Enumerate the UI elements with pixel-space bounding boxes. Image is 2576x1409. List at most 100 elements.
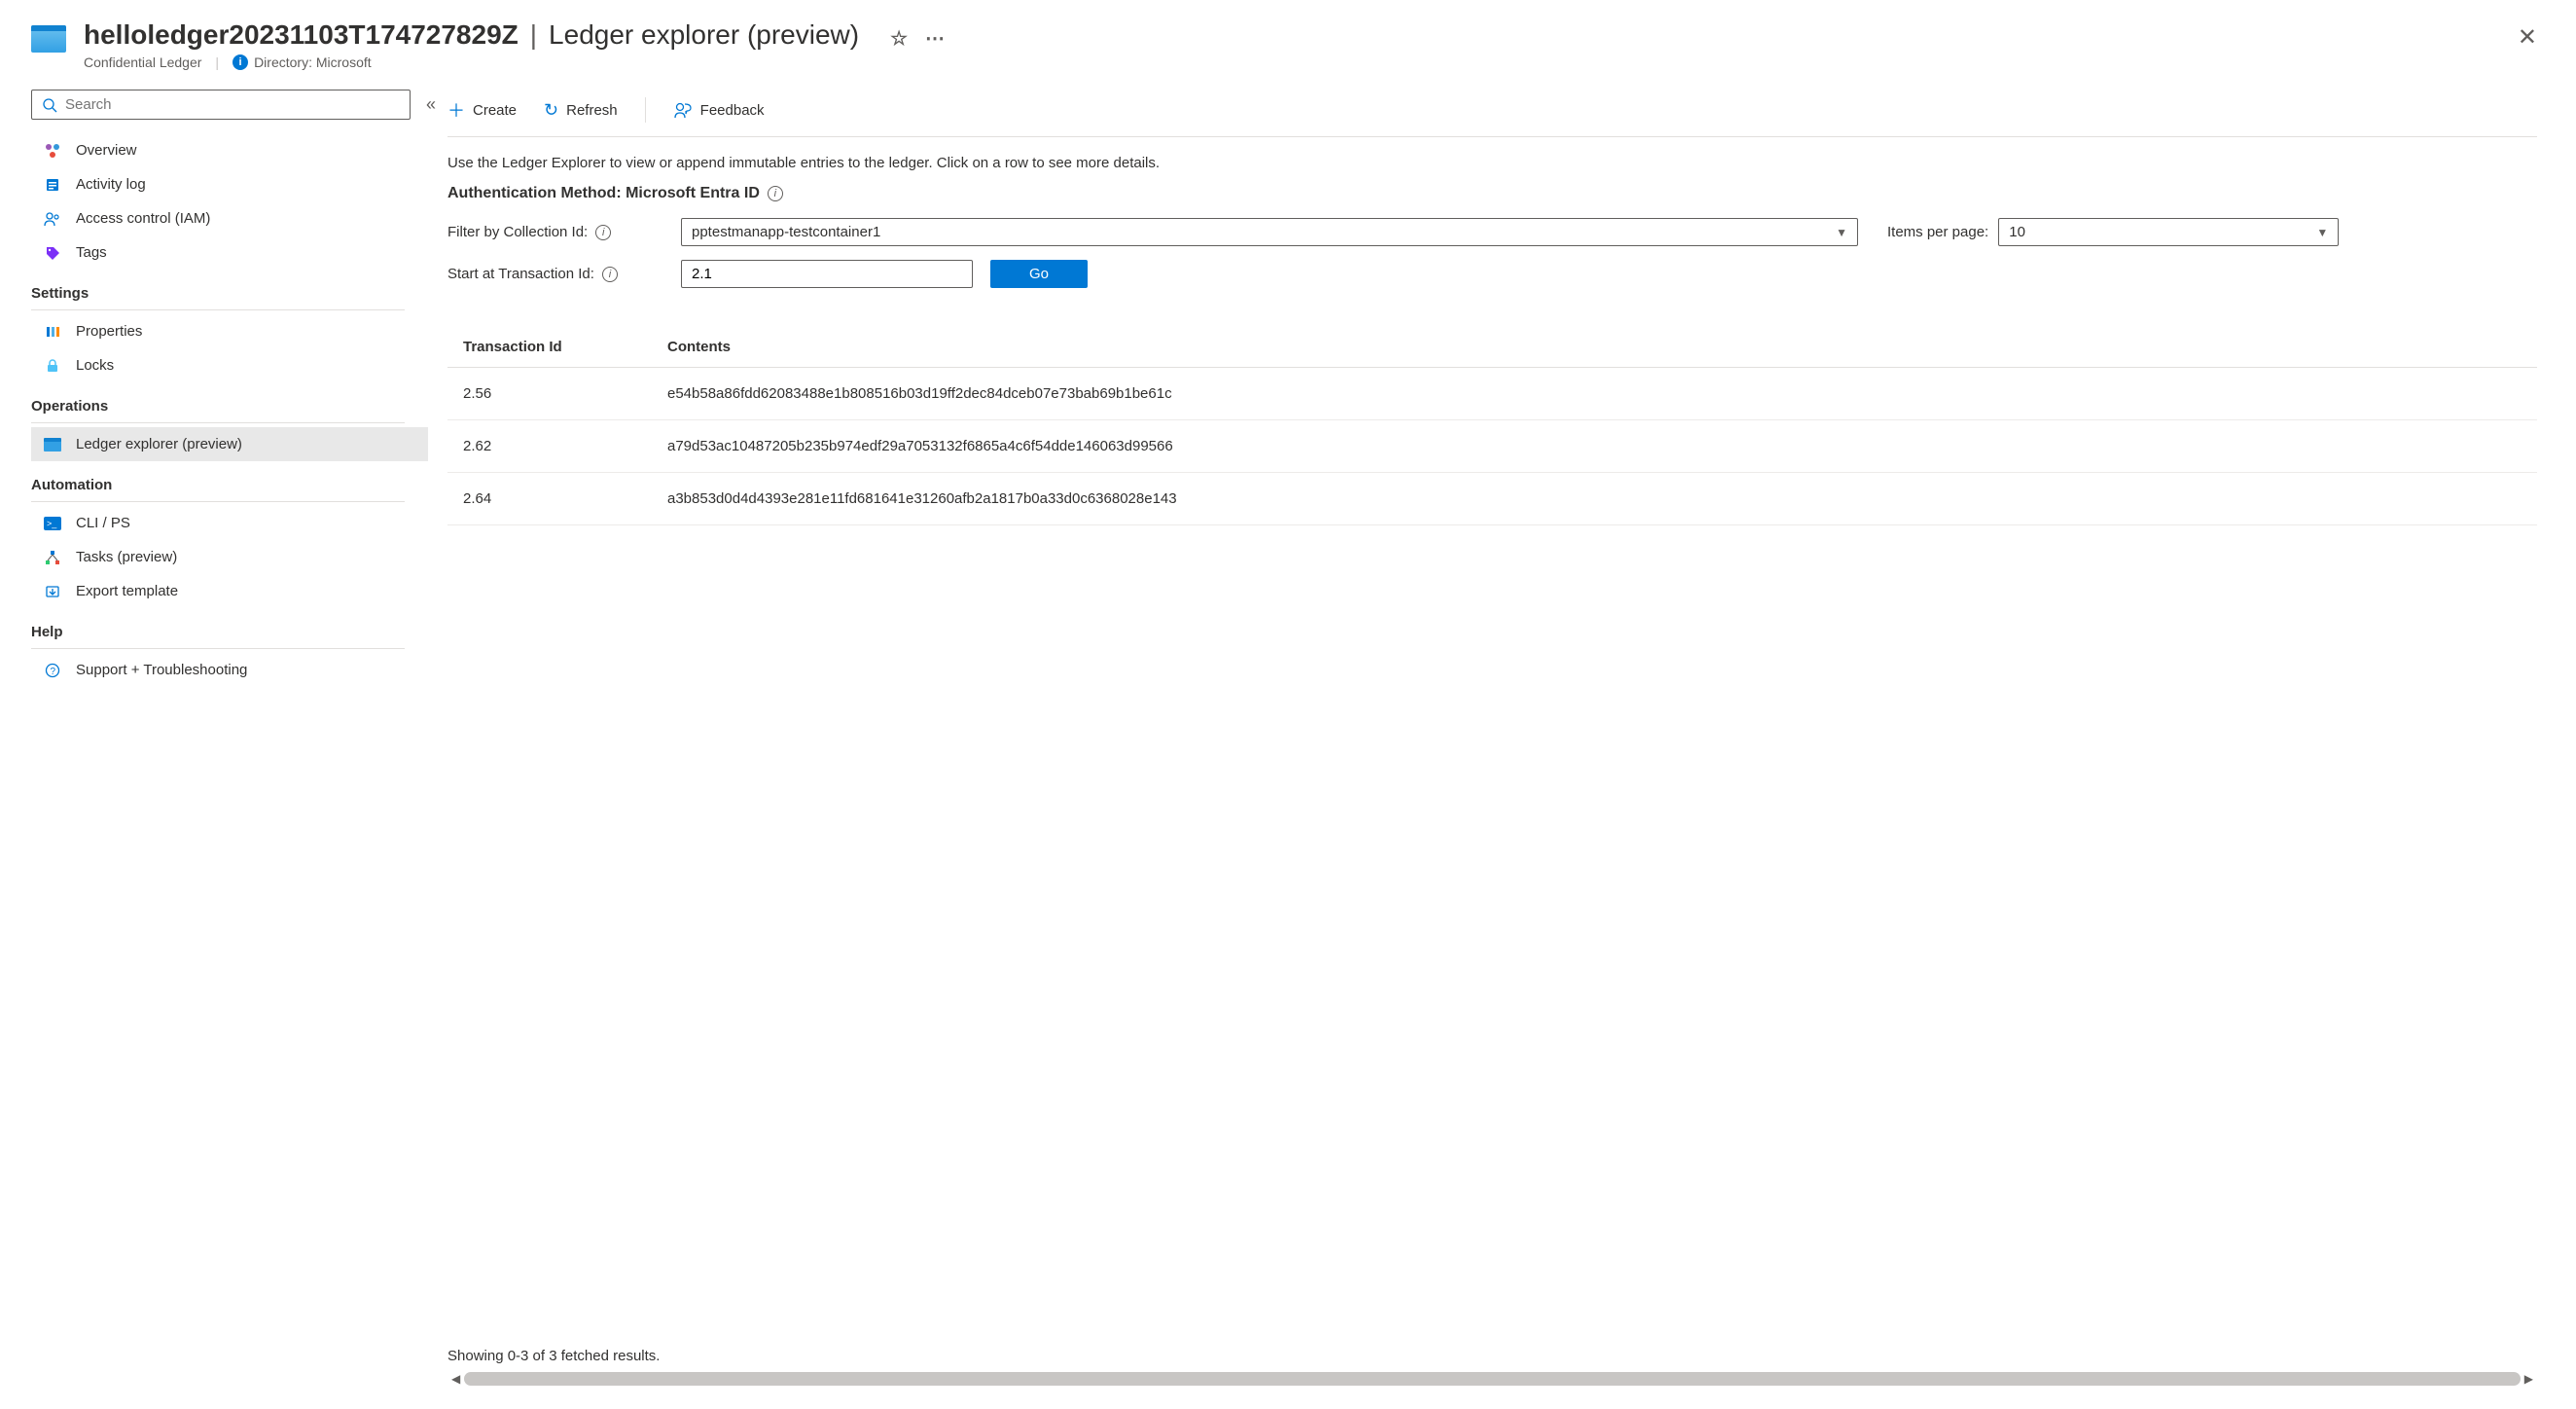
resource-icon [31, 25, 66, 53]
sidebar-section-settings: Settings [31, 270, 405, 310]
table-header-row: Transaction Id Contents [447, 327, 2537, 368]
properties-icon [43, 324, 62, 340]
filters: Filter by Collection Id: i pptestmanapp-… [447, 218, 2537, 288]
access-control-icon [43, 211, 62, 227]
items-per-page-value: 10 [2009, 224, 2025, 240]
title-separator: | [530, 19, 537, 51]
search-input[interactable] [65, 96, 400, 113]
scroll-right-icon[interactable]: ▶ [2524, 1372, 2533, 1386]
sidebar-item-label: Tasks (preview) [76, 549, 177, 565]
refresh-icon: ↻ [544, 100, 558, 121]
items-per-page-select[interactable]: 10 ▼ [1998, 218, 2339, 246]
feedback-button[interactable]: Feedback [673, 101, 765, 119]
activity-log-icon [43, 177, 62, 193]
ledger-explorer-icon [43, 438, 62, 452]
cell-txid: 2.64 [447, 473, 652, 525]
sidebar-item-properties[interactable]: Properties [31, 314, 428, 348]
sidebar: « Overview Activity log Access control (… [0, 78, 428, 1390]
collection-filter-label: Filter by Collection Id: i [447, 224, 671, 240]
auth-method-label: Authentication Method: Microsoft Entra I… [447, 185, 760, 202]
results-table: Transaction Id Contents 2.56 e54b58a86fd… [447, 327, 2537, 525]
directory-label: Directory: Microsoft [254, 54, 372, 70]
feedback-icon [673, 101, 693, 119]
subtitle-divider: | [215, 54, 219, 70]
sidebar-item-support[interactable]: ? Support + Troubleshooting [31, 653, 428, 687]
start-tx-input[interactable] [681, 260, 973, 288]
sidebar-item-activity-log[interactable]: Activity log [31, 167, 428, 201]
collection-id-value: pptestmanapp-testcontainer1 [692, 224, 880, 240]
feedback-label: Feedback [700, 102, 765, 119]
sidebar-item-label: CLI / PS [76, 515, 130, 531]
sidebar-item-label: Export template [76, 583, 178, 599]
export-template-icon [43, 584, 62, 599]
go-button[interactable]: Go [990, 260, 1088, 288]
sidebar-item-export-template[interactable]: Export template [31, 574, 428, 608]
sidebar-item-overview[interactable]: Overview [31, 133, 428, 167]
scrollbar-track[interactable] [464, 1372, 2521, 1386]
directory-info[interactable]: i Directory: Microsoft [233, 54, 372, 70]
sidebar-item-tasks[interactable]: Tasks (preview) [31, 540, 428, 574]
sidebar-item-tags[interactable]: Tags [31, 235, 428, 270]
info-icon[interactable]: i [595, 225, 611, 240]
locks-icon [43, 358, 62, 374]
sidebar-item-label: Overview [76, 142, 137, 159]
chevron-down-icon: ▼ [1836, 226, 1847, 239]
results-status: Showing 0-3 of 3 fetched results. [447, 1328, 2537, 1372]
sidebar-item-label: Properties [76, 323, 142, 340]
sidebar-section-automation: Automation [31, 461, 405, 502]
cli-ps-icon: >_ [43, 517, 62, 530]
main-content: ＋ Create ↻ Refresh Feedback Use the Ledg… [428, 78, 2576, 1390]
chevron-down-icon: ▼ [2316, 226, 2328, 239]
resource-name: helloledger20231103T174727829Z [84, 19, 519, 51]
sidebar-section-operations: Operations [31, 382, 405, 423]
horizontal-scrollbar[interactable]: ◀ ▶ [447, 1372, 2537, 1390]
cell-txid: 2.62 [447, 420, 652, 473]
tags-icon [43, 245, 62, 261]
create-button[interactable]: ＋ Create [447, 97, 517, 123]
scroll-left-icon[interactable]: ◀ [451, 1372, 460, 1386]
cell-contents: a3b853d0d4d4393e281e11fd681641e31260afb2… [652, 473, 2537, 525]
toolbar-separator [645, 97, 646, 123]
sidebar-item-access-control[interactable]: Access control (IAM) [31, 201, 428, 235]
page-header: helloledger20231103T174727829Z | Ledger … [0, 0, 2576, 78]
support-icon: ? [43, 663, 62, 678]
tasks-icon [43, 550, 62, 565]
info-icon[interactable]: i [768, 186, 783, 201]
refresh-button[interactable]: ↻ Refresh [544, 100, 618, 121]
sidebar-item-label: Access control (IAM) [76, 210, 210, 227]
cell-contents: e54b58a86fdd62083488e1b808516b03d19ff2de… [652, 368, 2537, 420]
col-transaction-id: Transaction Id [447, 327, 652, 368]
sidebar-item-cli-ps[interactable]: >_ CLI / PS [31, 506, 428, 540]
sidebar-item-locks[interactable]: Locks [31, 348, 428, 382]
sidebar-item-label: Tags [76, 244, 107, 261]
auth-method-row: Authentication Method: Microsoft Entra I… [447, 185, 2537, 202]
close-icon[interactable]: ✕ [2518, 23, 2537, 52]
header-subtitle: Confidential Ledger | i Directory: Micro… [84, 54, 2545, 70]
table-row[interactable]: 2.64 a3b853d0d4d4393e281e11fd681641e3126… [447, 473, 2537, 525]
table-row[interactable]: 2.56 e54b58a86fdd62083488e1b808516b03d19… [447, 368, 2537, 420]
sidebar-item-ledger-explorer[interactable]: Ledger explorer (preview) [31, 427, 428, 461]
sidebar-item-label: Support + Troubleshooting [76, 662, 247, 678]
items-per-page-label: Items per page: [1887, 224, 1988, 240]
plus-icon: ＋ [447, 97, 465, 123]
collection-id-select[interactable]: pptestmanapp-testcontainer1 ▼ [681, 218, 1858, 246]
sidebar-item-label: Activity log [76, 176, 146, 193]
favorite-star-icon[interactable]: ☆ [890, 26, 908, 51]
command-bar: ＋ Create ↻ Refresh Feedback [447, 90, 2537, 137]
svg-text:?: ? [51, 667, 56, 677]
sidebar-search[interactable] [31, 90, 411, 120]
svg-text:>_: >_ [47, 519, 57, 528]
search-icon [42, 97, 57, 113]
resource-type: Confidential Ledger [84, 54, 201, 70]
info-icon: i [233, 54, 248, 70]
table-row[interactable]: 2.62 a79d53ac10487205b235b974edf29a70531… [447, 420, 2537, 473]
description-text: Use the Ledger Explorer to view or appen… [447, 155, 2537, 171]
blade-name: Ledger explorer (preview) [549, 19, 859, 51]
col-contents: Contents [652, 327, 2537, 368]
overview-icon [43, 143, 62, 159]
create-label: Create [473, 102, 517, 119]
start-tx-label: Start at Transaction Id: i [447, 266, 671, 282]
header-text: helloledger20231103T174727829Z | Ledger … [84, 19, 2545, 70]
more-actions-icon[interactable]: ⋯ [925, 26, 945, 51]
info-icon[interactable]: i [602, 267, 618, 282]
